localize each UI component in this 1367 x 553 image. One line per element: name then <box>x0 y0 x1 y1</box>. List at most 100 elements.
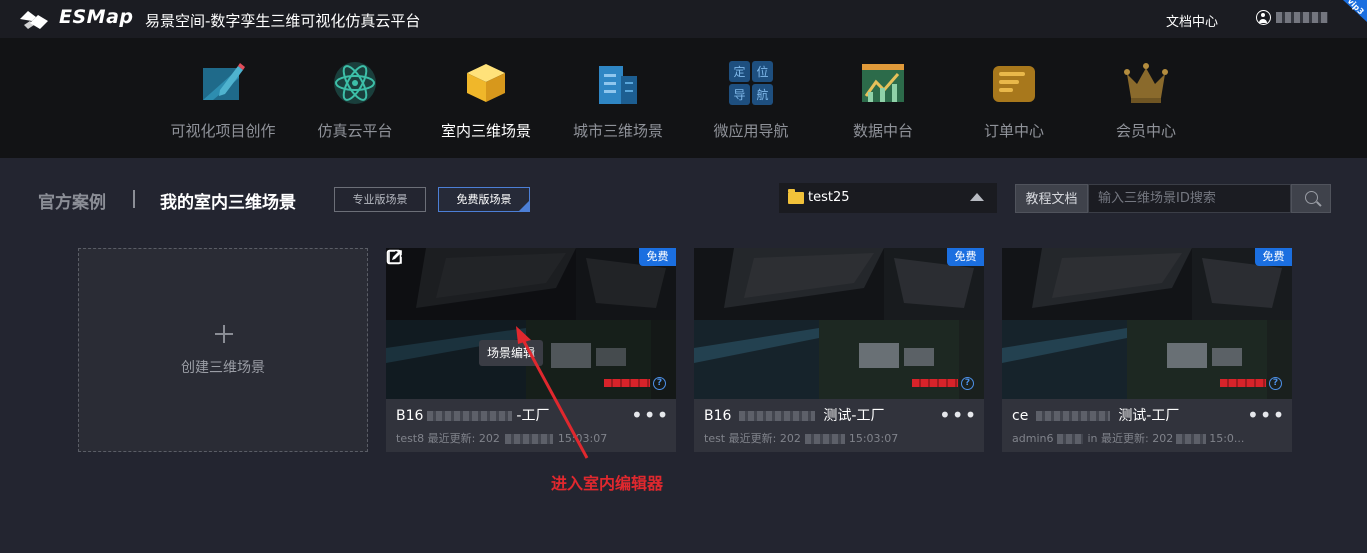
scene-meta: test8 最近更新: 202 15:03:07 <box>396 430 607 446</box>
main-nav: 可视化项目创作 仿真云平台 室内三维场景 城市三维场景 定 位 导 航 微应用导… <box>0 38 1367 158</box>
order-icon <box>993 66 1035 102</box>
redacted-text <box>804 434 845 444</box>
scene-meta: admin6 in 最近更新: 202 15:0... <box>1012 430 1244 446</box>
redacted-watermark <box>604 379 650 387</box>
atom-icon <box>334 62 376 104</box>
scene-thumbnail[interactable]: 免费 ? <box>1002 248 1292 399</box>
grid-char: 航 <box>756 87 768 102</box>
nav-label: 室内三维场景 <box>440 122 531 140</box>
tab-official-cases[interactable]: 官方案例 <box>38 188 106 213</box>
nav-label: 仿真云平台 <box>317 122 393 140</box>
hover-overlay <box>386 248 676 399</box>
nav-label: 会员中心 <box>1115 122 1176 140</box>
redacted-watermark <box>1220 379 1266 387</box>
folder-name: test25 <box>808 190 850 205</box>
scene-name-prefix: B16 <box>704 408 732 424</box>
redacted-text <box>1057 434 1084 444</box>
free-badge: 免费 <box>1255 248 1292 266</box>
scene-meta-prefix: test8 最近更新: 202 <box>396 432 500 445</box>
cube-icon <box>467 64 505 102</box>
nav-item-data-center[interactable]: 数据中台 <box>828 38 938 158</box>
create-scene-label: 创建三维场景 <box>181 360 265 376</box>
pro-scenes-button[interactable]: 专业版场景 <box>334 187 426 212</box>
top-bar: ESMap 易景空间-数字孪生三维可视化仿真云平台 文档中心 vip3 <box>0 0 1367 38</box>
building-icon <box>599 66 637 104</box>
scene-name-suffix: 测试-工厂 <box>1118 408 1180 424</box>
redacted-text <box>504 434 553 444</box>
scene-name-prefix: ce <box>1012 408 1029 424</box>
redacted-text <box>1176 434 1207 444</box>
nav-label: 数据中台 <box>852 122 913 140</box>
scene-name[interactable]: B16 测试-工厂 <box>704 405 884 425</box>
nav-label: 可视化项目创作 <box>170 122 276 140</box>
grid-char: 导 <box>733 88 745 102</box>
search-icon <box>1305 191 1318 204</box>
grid-char: 定 <box>733 64 745 79</box>
scene-id-search-input[interactable] <box>1088 184 1291 213</box>
free-badge: 免费 <box>947 248 984 266</box>
esmap-logo-icon[interactable] <box>18 7 50 31</box>
scene-thumbnail[interactable]: 免费 ? <box>694 248 984 399</box>
scene-meta-prefix: admin6 <box>1012 432 1054 445</box>
pencil-board-icon <box>203 63 245 100</box>
share-icon[interactable] <box>386 248 404 266</box>
scene-meta: test 最近更新: 202 15:03:07 <box>704 430 898 446</box>
scene-name-suffix: 测试-工厂 <box>823 408 885 424</box>
nav-item-indoor-3d[interactable]: 室内三维场景 <box>430 38 542 158</box>
redacted-text <box>1036 411 1111 421</box>
doc-center-link[interactable]: 文档中心 <box>1166 11 1218 30</box>
scene-meta-prefix: test 最近更新: 202 <box>704 432 801 445</box>
navigation-grid-icon: 定 位 导 航 <box>729 61 773 105</box>
scene-card[interactable]: 场景编辑 免费 ? B16 -工厂 test8 最近更新: 202 15:03:07… <box>386 248 676 452</box>
site-title: 易景空间-数字孪生三维可视化仿真云平台 <box>145 12 421 30</box>
caret-up-icon <box>970 193 984 201</box>
nav-item-order-center[interactable]: 订单中心 <box>962 38 1066 158</box>
nav-item-city-3d[interactable]: 城市三维场景 <box>562 38 674 158</box>
info-icon[interactable]: ? <box>653 377 666 390</box>
redacted-text <box>739 411 816 421</box>
nav-item-visual-project[interactable]: 可视化项目创作 <box>160 38 286 158</box>
vip-badge: vip3 <box>1337 0 1367 22</box>
nav-label: 微应用导航 <box>713 122 789 140</box>
scene-thumbnail[interactable]: 场景编辑 免费 ? <box>386 248 676 399</box>
scene-card[interactable]: 免费 ? B16 测试-工厂 test 最近更新: 202 15:03:07 ••• <box>694 248 984 452</box>
tab-my-indoor-scenes[interactable]: 我的室内三维场景 <box>160 188 296 213</box>
scene-name-prefix: B16 <box>396 408 424 424</box>
scene-name[interactable]: B16 -工厂 <box>396 405 549 425</box>
scene-meta-mid: in 最近更新: 202 <box>1087 432 1174 445</box>
info-icon[interactable]: ? <box>961 377 974 390</box>
image-dim <box>694 248 984 399</box>
nav-label: 订单中心 <box>983 122 1044 140</box>
redacted-text <box>427 411 513 421</box>
more-options-icon[interactable]: ••• <box>631 405 669 425</box>
nav-label: 城市三维场景 <box>572 122 663 140</box>
username-redacted[interactable] <box>1276 12 1328 23</box>
folder-select[interactable]: test25 <box>779 183 997 213</box>
tab-divider <box>133 190 135 208</box>
nav-item-micro-app-nav[interactable]: 定 位 导 航 微应用导航 <box>696 38 806 158</box>
grid-char: 位 <box>756 64 768 79</box>
image-dim <box>1002 248 1292 399</box>
plus-icon-vertical <box>223 325 225 343</box>
user-avatar-icon[interactable] <box>1256 10 1271 25</box>
nav-item-member-center[interactable]: 会员中心 <box>1094 38 1198 158</box>
more-options-icon[interactable]: ••• <box>939 405 977 425</box>
scene-card[interactable]: 免费 ? ce 测试-工厂 admin6 in 最近更新: 202 15:0... •… <box>1002 248 1292 452</box>
create-scene-card[interactable]: 创建三维场景 <box>78 248 368 452</box>
nav-item-simulation-cloud[interactable]: 仿真云平台 <box>300 38 410 158</box>
search-button[interactable] <box>1291 184 1331 213</box>
scene-meta-suffix: 15:0... <box>1209 432 1245 445</box>
scene-meta-suffix: 15:03:07 <box>848 432 899 445</box>
folder-icon <box>788 189 804 204</box>
free-scenes-button[interactable]: 免费版场景 <box>438 187 530 212</box>
brand-name[interactable]: ESMap <box>59 6 134 28</box>
info-icon[interactable]: ? <box>1269 377 1282 390</box>
edit-scene-tooltip: 场景编辑 <box>479 340 544 366</box>
more-options-icon[interactable]: ••• <box>1247 405 1285 425</box>
chart-icon <box>862 64 904 102</box>
redacted-watermark <box>912 379 958 387</box>
crown-icon <box>1124 63 1168 103</box>
scene-meta-suffix: 15:03:07 <box>557 432 608 445</box>
tutorial-docs-button[interactable]: 教程文档 <box>1015 184 1088 213</box>
scene-name[interactable]: ce 测试-工厂 <box>1012 405 1179 425</box>
